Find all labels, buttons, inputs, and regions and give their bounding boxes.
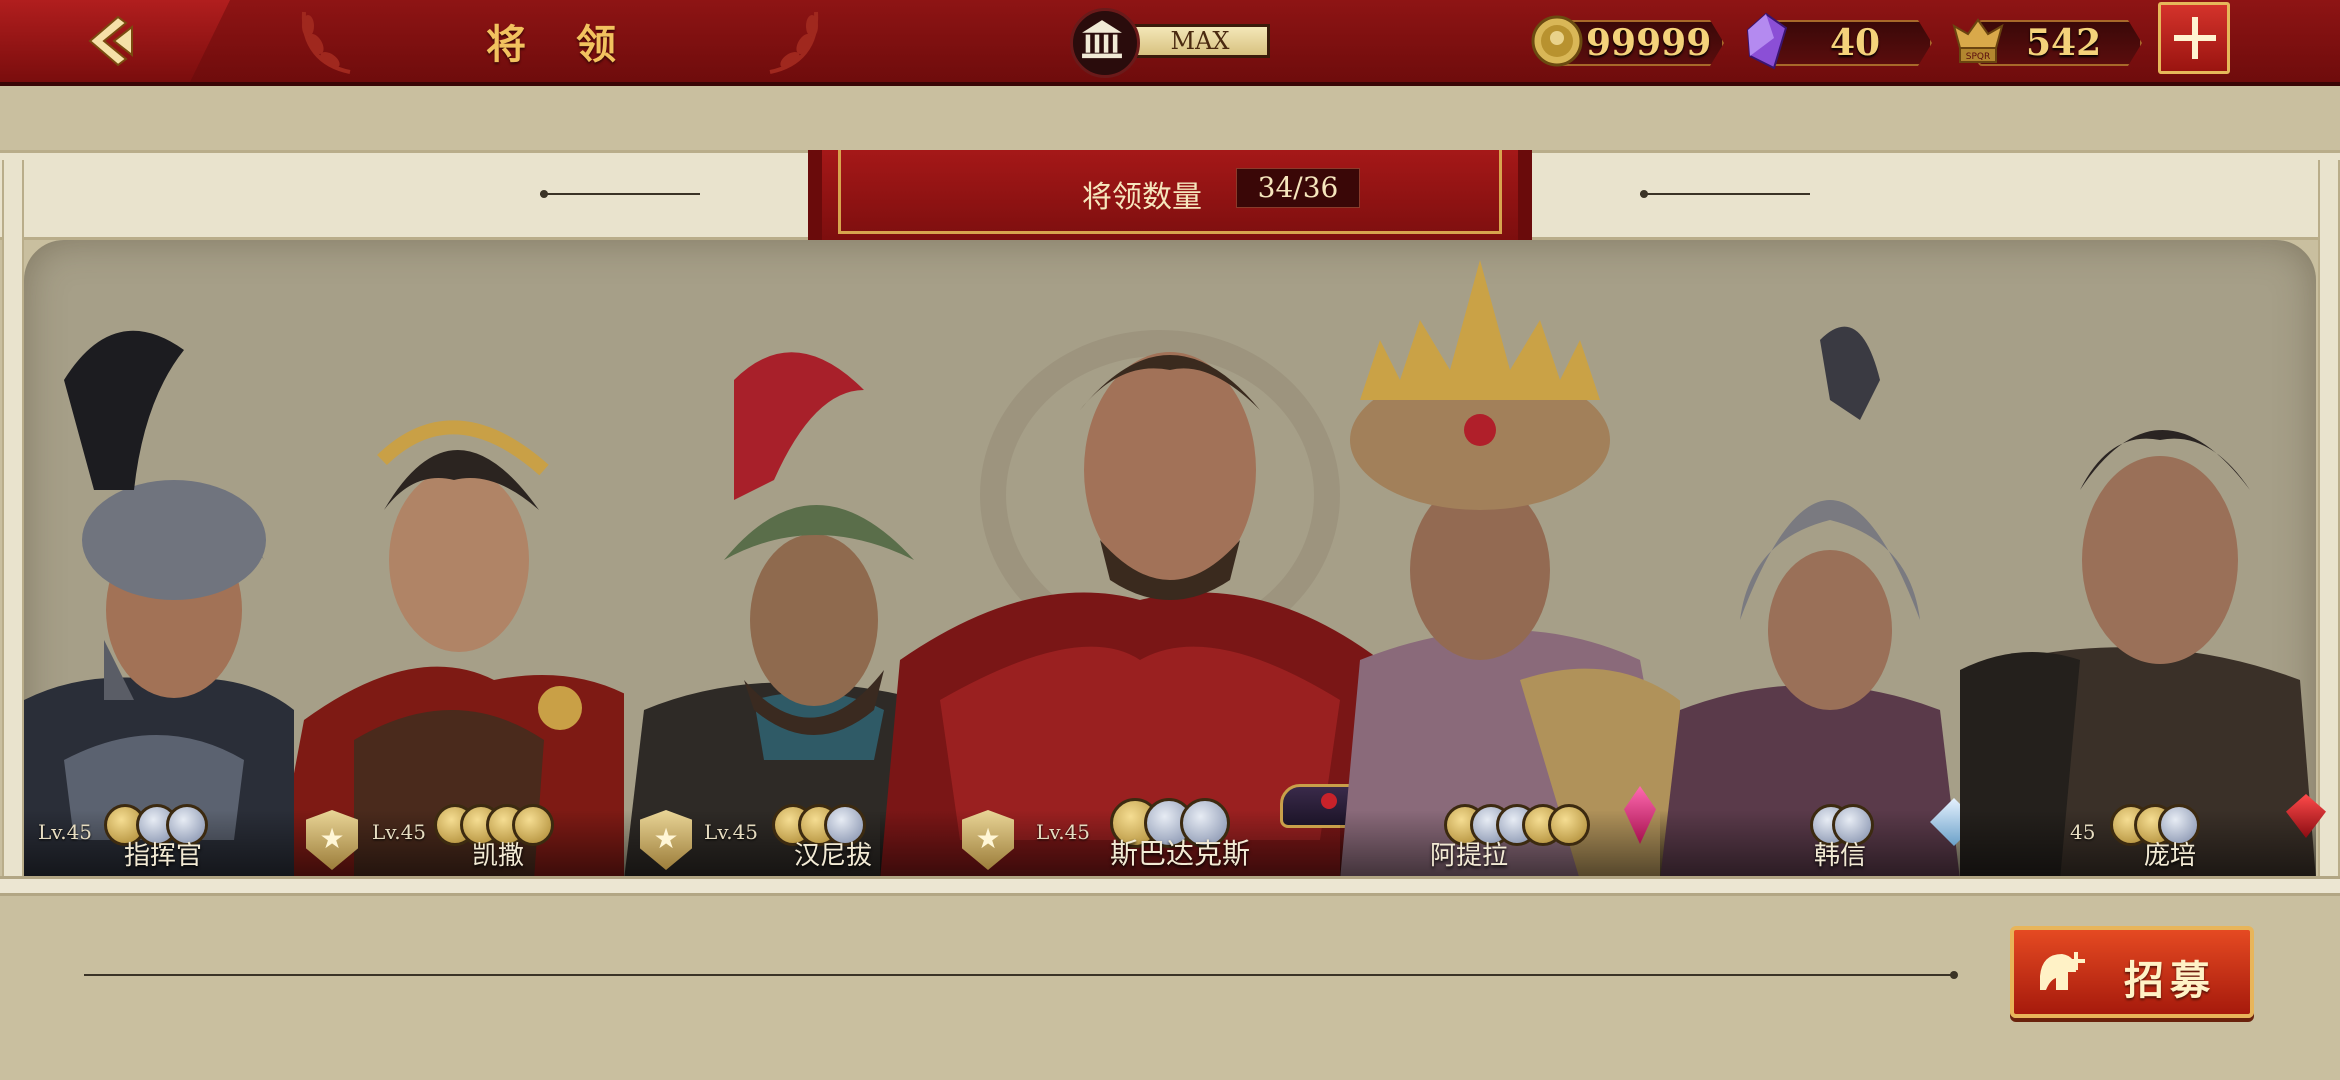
add-resource-button[interactable] [2158, 2, 2230, 74]
token-count: 542 [2026, 22, 2102, 64]
recruit-button[interactable]: 招募 [2010, 926, 2254, 1018]
skill-coin-icon [1548, 804, 1590, 846]
building-level-bar[interactable]: MAX [1130, 24, 1270, 58]
general-count-value: 34/36 [1236, 168, 1360, 208]
general-level: 45 [2070, 820, 2096, 844]
han-xin-portrait [1660, 326, 1960, 880]
laurel-right-icon [769, 11, 819, 74]
page-title: 将 领 [486, 21, 634, 68]
pillar-right [2318, 160, 2340, 890]
general-level: Lv.45 [1036, 820, 1091, 844]
attila-portrait [1340, 260, 1680, 880]
general-name: 凯撒 [472, 841, 525, 871]
general-level: Lv.45 [372, 820, 427, 844]
general-card-han-xin[interactable]: 韩信 [1660, 240, 1978, 880]
back-arrow-icon [88, 15, 133, 67]
general-name: 阿提拉 [1430, 841, 1509, 871]
general-name: 韩信 [1814, 841, 1867, 871]
spartan-helmet-plus-icon [2040, 952, 2085, 990]
gem-count: 40 [1830, 22, 1881, 64]
top-bar: 将 领 MAX 99999 40 SPQR 542 [0, 0, 2340, 86]
general-name: 汉尼拔 [794, 841, 873, 871]
laurel-left-icon [301, 11, 351, 74]
general-count-label: 将领数量 [1082, 180, 1202, 215]
general-card-hannibal[interactable]: Lv.45 汉尼拔 [624, 240, 924, 880]
general-card-commander[interactable]: Lv.45 指挥官 [24, 240, 294, 880]
recruit-label: 招募 [2124, 957, 2216, 1004]
pompey-portrait [1960, 430, 2316, 880]
commander-portrait [24, 330, 294, 880]
general-level: Lv.45 [704, 820, 759, 844]
temple-icon[interactable] [1070, 8, 1140, 78]
divider-line-right [1640, 190, 1810, 198]
general-name: 指挥官 [124, 841, 203, 871]
svg-text:SPQR: SPQR [1966, 52, 1990, 62]
pillar-left [2, 160, 24, 890]
general-card-caesar[interactable]: Lv.45 凯撒 [294, 240, 624, 880]
coin-icon [1531, 15, 1583, 67]
general-name: 庞培 [2144, 841, 2197, 871]
purple-crystal-icon [1746, 12, 1788, 70]
general-card-attila[interactable]: 阿提拉 [1340, 240, 1680, 880]
panel-bottom-rail [0, 876, 2340, 896]
spqr-token-resource[interactable]: SPQR 542 [1950, 14, 2140, 68]
divider-line-left [540, 190, 700, 198]
coin-resource[interactable]: 99999 [1530, 14, 1722, 68]
general-card-pompey[interactable]: 45 庞培 [1960, 240, 2326, 880]
caesar-portrait [294, 420, 624, 880]
general-card-spartacus[interactable]: Lv.45 斯巴达克斯 [880, 240, 1400, 880]
gem-resource[interactable]: 40 [1744, 12, 1930, 70]
general-count-banner: 将领数量 34/36 [808, 150, 1532, 242]
hannibal-portrait [624, 352, 924, 880]
general-name: 斯巴达克斯 [1110, 837, 1251, 870]
coin-count: 99999 [1586, 22, 1712, 64]
spqr-eagle-icon: SPQR [1952, 18, 2004, 63]
recruit-divider-line [84, 971, 1958, 979]
general-level: Lv.45 [38, 820, 93, 844]
back-button[interactable] [0, 0, 230, 82]
